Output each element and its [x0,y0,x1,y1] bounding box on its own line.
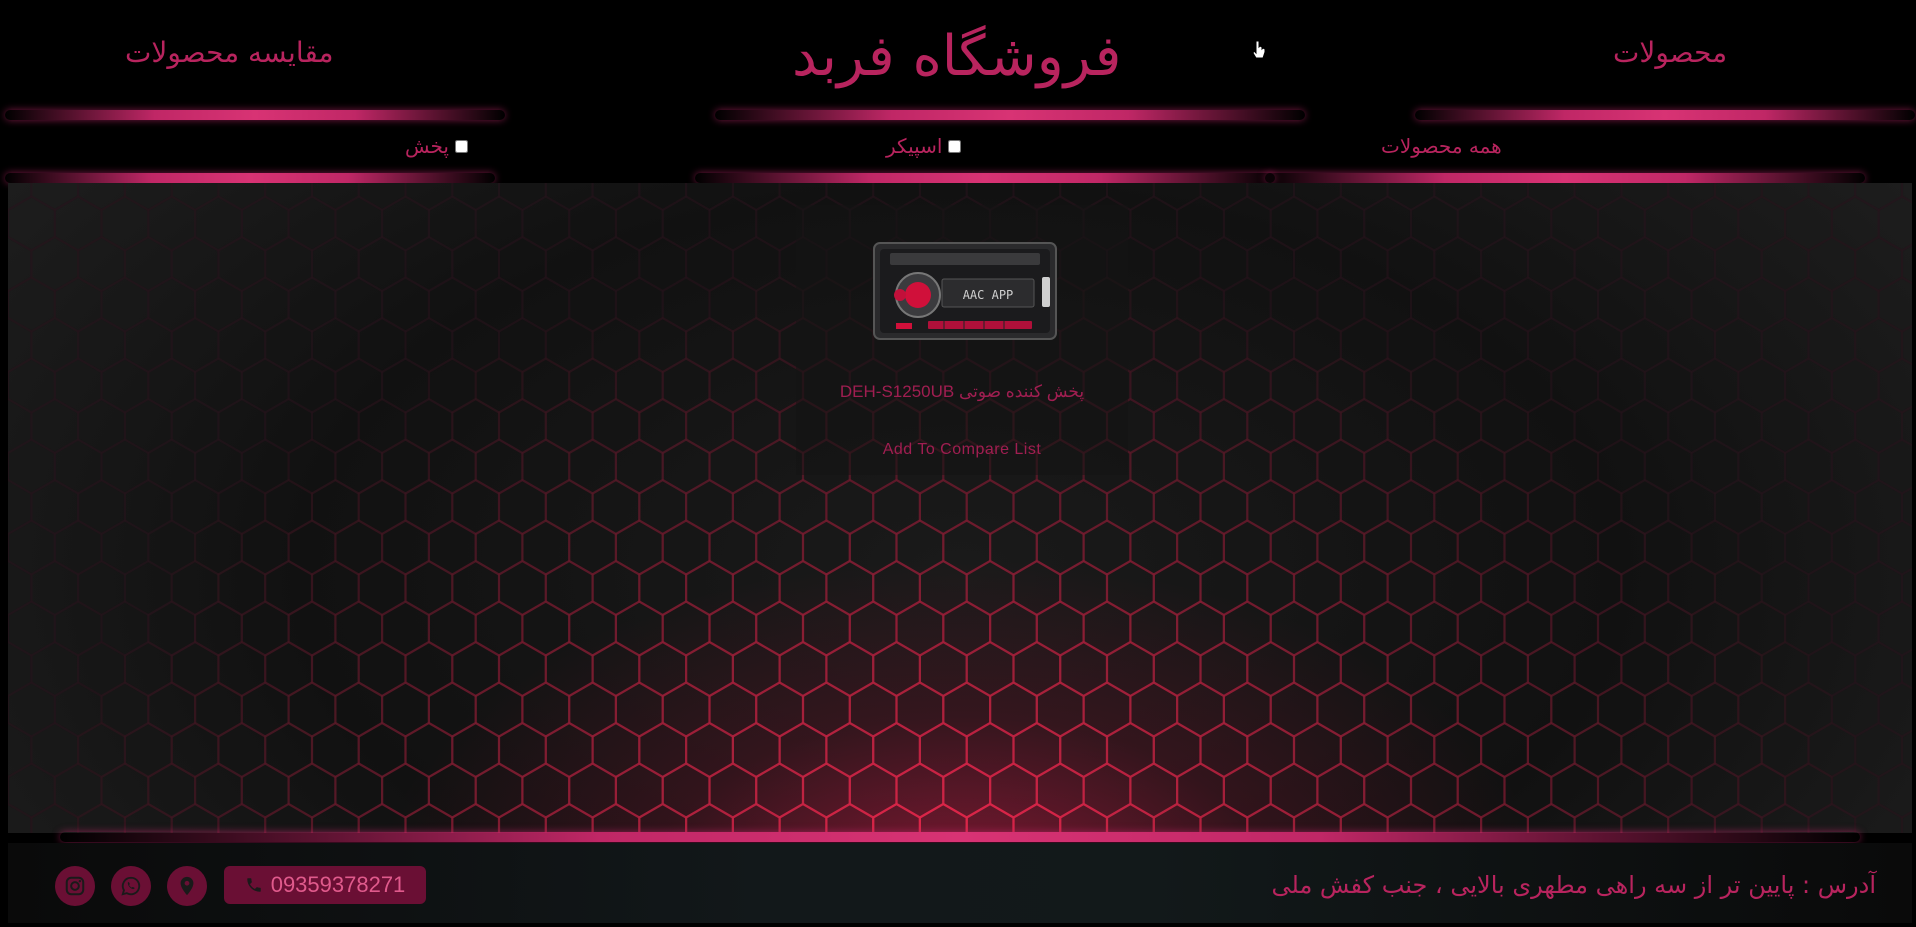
site-title: فروشگاه فربد [792,24,1122,89]
header-divider-right [1415,110,1915,120]
filter-divider-left [5,173,495,183]
filter-pakhsh[interactable]: پخش [405,134,468,158]
product-image[interactable]: AAC APP [872,239,1058,343]
mouse-cursor-icon [1252,40,1266,59]
filter-row: پخش اسپیکر همه محصولات [0,122,1916,172]
whatsapp-button[interactable] [111,866,151,906]
header-divider-center [715,110,1305,120]
instagram-icon [65,876,85,896]
filter-all-products[interactable]: همه محصولات [1381,134,1502,158]
filter-speaker[interactable]: اسپیکر [886,134,962,158]
location-icon [180,876,194,896]
filter-speaker-label: اسپیکر [886,134,943,158]
whatsapp-icon [121,876,141,896]
instagram-button[interactable] [55,866,95,906]
phone-icon [246,878,261,892]
filter-divider-center [695,173,1275,183]
filter-pakhsh-label: پخش [405,134,449,158]
product-display-text: AAC APP [963,288,1014,302]
header: مقایسه محصولات فروشگاه فربد محصولات [0,0,1916,118]
nav-compare-products[interactable]: مقایسه محصولات [125,36,334,69]
product-grid: AAC APP پخش کننده صوتی DEH-S1250UB Add T… [8,183,1912,833]
phone-button[interactable]: 09359378271 [224,866,426,904]
header-divider-left [5,110,505,120]
nav-products[interactable]: محصولات [1613,36,1727,69]
footer-divider [60,832,1860,842]
filter-speaker-checkbox[interactable] [948,139,962,153]
phone-number: 09359378271 [270,872,406,897]
location-button[interactable] [167,866,207,906]
add-to-compare-button[interactable]: Add To Compare List [796,441,1128,459]
page: مقایسه محصولات فروشگاه فربد محصولات پخش … [0,0,1916,927]
store-address: آدرس : پایین تر از سه راهی مطهری بالایی … [1271,871,1877,899]
footer: 09359378271 آدرس : پایین تر از سه راهی م… [8,843,1912,923]
filter-divider-right [1265,173,1865,183]
product-name[interactable]: پخش کننده صوتی DEH-S1250UB [796,382,1128,402]
filter-pakhsh-checkbox[interactable] [454,139,468,153]
